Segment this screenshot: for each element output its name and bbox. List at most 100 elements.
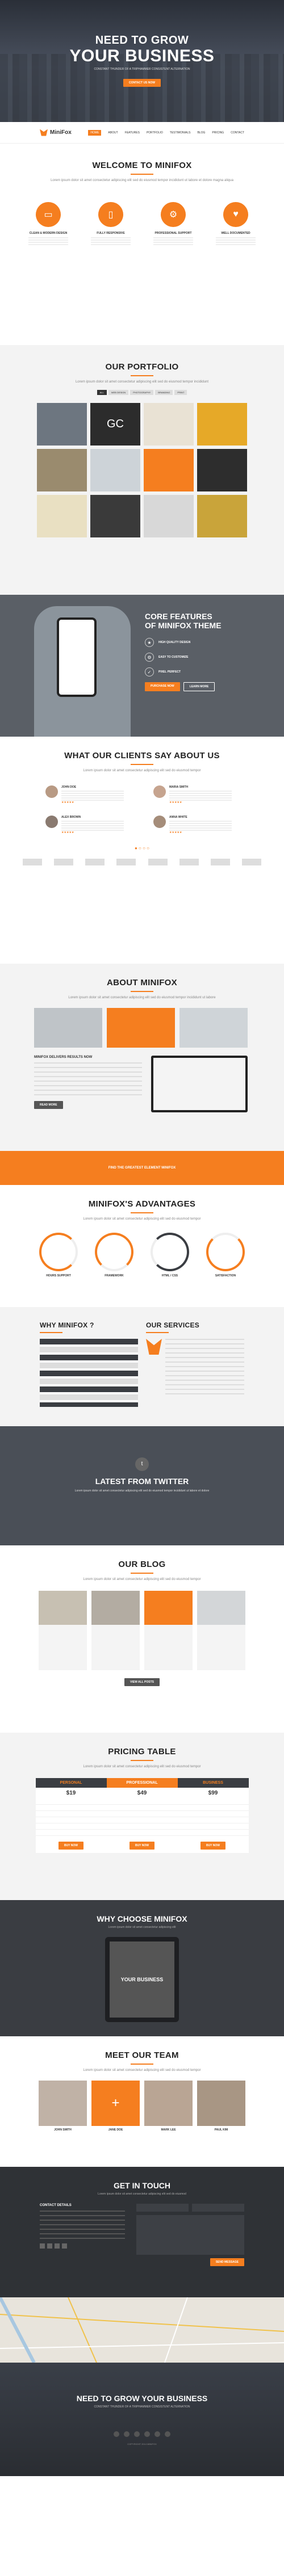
pricing-plan: PERSONAL $19 BUY NOW — [35, 1778, 107, 1853]
feature-item-title: EASY TO CUSTOMIZE — [158, 655, 189, 659]
twitter-icon[interactable] — [47, 2243, 52, 2249]
portfolio-item[interactable] — [90, 495, 140, 537]
message-textarea[interactable] — [136, 2215, 244, 2255]
portfolio-section: OUR PORTFOLIO Lorem ipsum dolor sit amet… — [0, 345, 284, 595]
blog-post[interactable] — [91, 1591, 140, 1670]
portfolio-subtitle: Lorem ipsum dolor sit amet consectetur a… — [75, 380, 209, 384]
nav-item-blog[interactable]: BLOG — [197, 130, 205, 136]
testimonial-grid: JOHN DOE ★★★★★ MARIA SMITH ★★★★★ ALEX BROW… — [45, 785, 239, 834]
team-member[interactable]: MARK LEE — [144, 2081, 193, 2132]
facebook-icon[interactable] — [114, 2431, 119, 2437]
team-member[interactable]: JOHN SMITH — [39, 2081, 87, 2132]
buy-button[interactable]: BUY NOW — [200, 1842, 226, 1850]
portfolio-item[interactable] — [197, 495, 247, 537]
team-section: MEET OUR TEAM Lorem ipsum dolor sit amet… — [0, 2036, 284, 2167]
nav-item-portfolio[interactable]: PORTFOLIO — [147, 130, 163, 136]
hand-phone-image — [34, 606, 131, 737]
core-features-section: CORE FEATURES OF MINIFOX THEME ★ HIGH QU… — [0, 595, 284, 737]
social-icons — [40, 2243, 125, 2249]
testimonial: ALEX BROWN ★★★★★ — [45, 816, 131, 834]
linkedin-icon[interactable] — [62, 2243, 67, 2249]
nav-item-home[interactable]: HOME — [88, 129, 102, 136]
testimonials-title: WHAT OUR CLIENTS SAY ABOUT US — [64, 751, 220, 760]
divider — [131, 1760, 153, 1761]
portfolio-item[interactable] — [144, 449, 194, 491]
portfolio-item[interactable]: GC — [90, 403, 140, 446]
contact-section: GET IN TOUCH Lorem ipsum dolor sit amet … — [0, 2167, 284, 2297]
portfolio-item[interactable] — [197, 449, 247, 491]
hero-title-line1: NEED TO GROW — [95, 34, 189, 47]
desktop-icon: ▭ — [36, 202, 61, 227]
tweet-text: Lorem ipsum dolor sit amet consectetur a… — [74, 1489, 210, 1493]
buy-button[interactable]: BUY NOW — [129, 1842, 155, 1850]
blog-post[interactable] — [197, 1591, 245, 1670]
google-icon[interactable] — [134, 2431, 140, 2437]
twitter-title: LATEST FROM TWITTER — [95, 1477, 189, 1486]
feature-item-title: HIGH QUALITY DESIGN — [158, 641, 191, 644]
filter-web-design[interactable]: WEB DESIGN — [108, 390, 129, 395]
portfolio-item[interactable] — [37, 449, 87, 491]
carousel-dots[interactable]: ● ○ ○ ○ — [0, 846, 284, 851]
team-member[interactable]: PAUL KIM — [197, 2081, 245, 2132]
feature-item-title: PIXEL PERFECT — [158, 670, 181, 674]
logo[interactable]: MiniFox — [40, 129, 88, 136]
nav-item-pricing[interactable]: PRICING — [212, 130, 224, 136]
blog-section: OUR BLOG Lorem ipsum dolor sit amet cons… — [0, 1545, 284, 1733]
services-title: OUR SERVICES — [146, 1321, 200, 1329]
map[interactable] — [0, 2297, 284, 2363]
twitter-icon[interactable] — [124, 2431, 130, 2437]
hero-title-line2: YOUR BUSINESS — [69, 47, 215, 65]
client-logo — [179, 859, 199, 865]
view-all-posts-button[interactable]: VIEW ALL POSTS — [124, 1678, 160, 1686]
filter-branding[interactable]: BRANDING — [155, 390, 173, 395]
progress-circle — [151, 1233, 189, 1271]
filter-all[interactable]: ALL — [97, 390, 107, 395]
portfolio-item[interactable] — [144, 403, 194, 446]
send-button[interactable]: SEND MESSAGE — [210, 2258, 244, 2266]
dribbble-icon[interactable] — [154, 2431, 160, 2437]
email-input[interactable] — [192, 2204, 244, 2212]
testimonials-section: WHAT OUR CLIENTS SAY ABOUT US Lorem ipsu… — [0, 737, 284, 964]
avatar — [153, 785, 166, 798]
team-subtitle: Lorem ipsum dolor sit amet consectetur a… — [83, 2069, 201, 2072]
nav-item-testimonials[interactable]: TESTIMONIALS — [170, 130, 191, 136]
filter-photography[interactable]: PHOTOGRAPHY — [130, 390, 154, 395]
team-member[interactable]: + JANE DOE — [91, 2081, 140, 2132]
rss-icon[interactable] — [165, 2431, 170, 2437]
plan-name: BUSINESS — [177, 1778, 249, 1788]
divider — [131, 2064, 153, 2065]
portfolio-item[interactable] — [37, 403, 87, 446]
filter-print[interactable]: PRINT — [174, 390, 187, 395]
nav-item-contact[interactable]: CONTACT — [231, 130, 244, 136]
logo-text: MiniFox — [50, 129, 72, 136]
nav-item-about[interactable]: ABOUT — [108, 130, 118, 136]
twitter-section: t LATEST FROM TWITTER Lorem ipsum dolor … — [0, 1426, 284, 1545]
facebook-icon[interactable] — [40, 2243, 45, 2249]
google-icon[interactable] — [55, 2243, 60, 2249]
name-input[interactable] — [136, 2204, 189, 2212]
portfolio-item[interactable] — [90, 449, 140, 491]
portfolio-item[interactable] — [197, 403, 247, 446]
star-icon: ★ — [145, 638, 154, 647]
accordion[interactable] — [40, 1339, 138, 1407]
divider — [131, 764, 153, 765]
member-name: PAUL KIM — [214, 2128, 228, 2132]
linkedin-icon[interactable] — [144, 2431, 150, 2437]
buy-button[interactable]: BUY NOW — [58, 1842, 84, 1850]
read-more-button[interactable]: READ MORE — [34, 1101, 63, 1109]
divider — [131, 174, 153, 175]
promo-banner: FIND THE GREATEST ELEMENT MINIFOX — [0, 1151, 284, 1185]
purchase-button[interactable]: PURCHASE NOW — [145, 682, 180, 691]
testimonial: JOHN DOE ★★★★★ — [45, 785, 131, 804]
portfolio-item[interactable] — [144, 495, 194, 537]
hero-contact-button[interactable]: CONTACT US NOW — [123, 79, 161, 87]
portfolio-item[interactable] — [37, 495, 87, 537]
blog-post[interactable] — [144, 1591, 193, 1670]
advantage-label: FRAMEWORK — [105, 1274, 124, 1278]
client-logo — [241, 859, 261, 865]
blog-post[interactable] — [39, 1591, 87, 1670]
nav-item-features[interactable]: FEATURES — [125, 130, 140, 136]
learn-more-button[interactable]: LEARN MORE — [183, 682, 215, 691]
client-logo — [23, 859, 42, 865]
rating-stars-icon: ★★★★★ — [169, 801, 182, 804]
